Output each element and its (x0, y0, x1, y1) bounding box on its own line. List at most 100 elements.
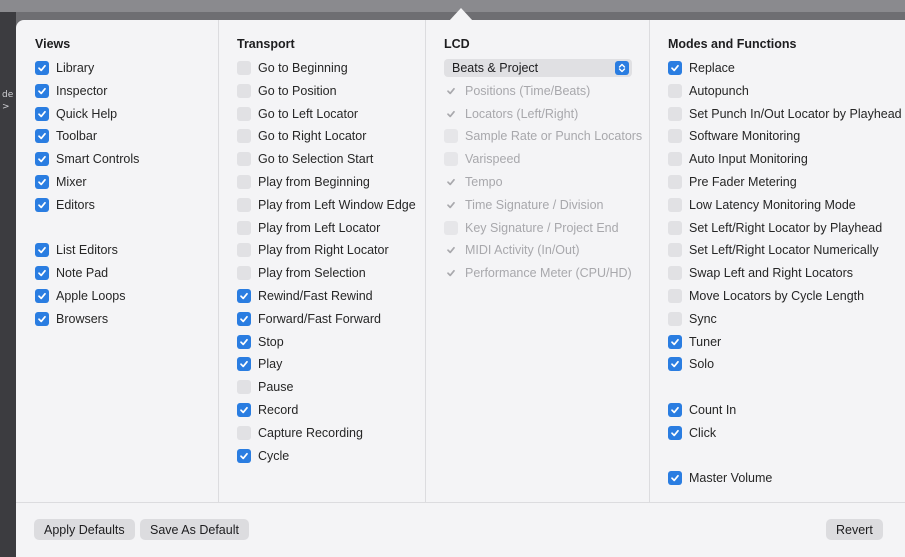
checkmark-icon[interactable] (35, 243, 49, 258)
checkbox-empty-icon[interactable] (237, 83, 251, 98)
checkbox-cycle[interactable]: Cycle (237, 448, 289, 464)
checkbox-low-latency-monitoring-mode[interactable]: Low Latency Monitoring Mode (668, 197, 856, 213)
checkmark-icon[interactable] (237, 289, 251, 303)
checkbox-empty-icon[interactable] (237, 175, 251, 189)
checkmark-icon[interactable] (668, 425, 682, 440)
checkmark-icon[interactable] (35, 197, 49, 212)
checkbox-record[interactable]: Record (237, 402, 298, 418)
checkbox-tuner[interactable]: Tuner (668, 334, 721, 350)
checkbox-empty-icon[interactable] (668, 197, 682, 212)
checkmark-icon[interactable] (35, 152, 49, 167)
checkmark-icon[interactable] (668, 403, 682, 417)
checkbox-list-editors[interactable]: List Editors (35, 242, 118, 258)
checkbox-master-volume[interactable]: Master Volume (668, 470, 772, 486)
checkbox-software-monitoring[interactable]: Software Monitoring (668, 128, 800, 144)
checkbox-empty-icon[interactable] (237, 129, 251, 144)
checkbox-pause[interactable]: Pause (237, 379, 293, 395)
checkbox-midi-activity-in-out: MIDI Activity (In/Out) (444, 242, 580, 258)
checkmark-icon[interactable] (35, 175, 49, 189)
checkmark-icon[interactable] (668, 61, 682, 75)
checkbox-go-to-left-locator[interactable]: Go to Left Locator (237, 106, 358, 122)
checkbox-empty-icon[interactable] (668, 243, 682, 258)
checkbox-play[interactable]: Play (237, 356, 282, 372)
checkmark-icon[interactable] (237, 311, 251, 326)
checkbox-play-from-left-locator[interactable]: Play from Left Locator (237, 220, 380, 236)
chevron-up-down-icon (615, 61, 629, 75)
checkmark-icon[interactable] (35, 289, 49, 303)
checkmark-icon[interactable] (35, 83, 49, 98)
checkbox-empty-icon[interactable] (237, 380, 251, 395)
checkmark-icon[interactable] (237, 357, 251, 372)
checkbox-set-left-right-locator-by-playhead[interactable]: Set Left/Right Locator by Playhead (668, 220, 882, 236)
checkbox-click[interactable]: Click (668, 425, 716, 441)
checkbox-empty-icon[interactable] (237, 106, 251, 121)
checkbox-rewind-fast-rewind[interactable]: Rewind/Fast Rewind (237, 288, 373, 304)
checkbox-empty-icon[interactable] (237, 220, 251, 235)
checkmark-icon[interactable] (35, 129, 49, 144)
checkbox-play-from-beginning[interactable]: Play from Beginning (237, 174, 370, 190)
checkmark-icon[interactable] (35, 311, 49, 326)
checkbox-move-locators-by-cycle-length[interactable]: Move Locators by Cycle Length (668, 288, 864, 304)
checkbox-go-to-beginning[interactable]: Go to Beginning (237, 60, 348, 76)
checkbox-empty-icon[interactable] (237, 152, 251, 167)
checkbox-sync[interactable]: Sync (668, 311, 717, 327)
checkbox-empty-icon[interactable] (668, 83, 682, 98)
checkbox-autopunch[interactable]: Autopunch (668, 83, 749, 99)
checkbox-go-to-selection-start[interactable]: Go to Selection Start (237, 151, 373, 167)
checkbox-play-from-selection[interactable]: Play from Selection (237, 265, 366, 281)
checkbox-smart-controls[interactable]: Smart Controls (35, 151, 139, 167)
checkbox-apple-loops[interactable]: Apple Loops (35, 288, 126, 304)
checkbox-inspector[interactable]: Inspector (35, 83, 107, 99)
checkbox-library[interactable]: Library (35, 60, 94, 76)
checkbox-replace[interactable]: Replace (668, 60, 735, 76)
checkmark-icon[interactable] (237, 448, 251, 463)
checkbox-label: Apple Loops (56, 289, 126, 303)
checkbox-empty-icon[interactable] (668, 152, 682, 167)
checkbox-browsers[interactable]: Browsers (35, 311, 108, 327)
checkbox-go-to-right-locator[interactable]: Go to Right Locator (237, 128, 366, 144)
checkbox-quick-help[interactable]: Quick Help (35, 106, 117, 122)
checkbox-stop[interactable]: Stop (237, 334, 284, 350)
checkbox-set-punch-in-out-locator-by-playhead[interactable]: Set Punch In/Out Locator by Playhead (668, 106, 902, 122)
revert-button[interactable]: Revert (826, 519, 883, 540)
checkmark-icon[interactable] (668, 357, 682, 372)
checkbox-empty-icon[interactable] (237, 197, 251, 212)
checkmark-icon[interactable] (237, 403, 251, 417)
checkbox-auto-input-monitoring[interactable]: Auto Input Monitoring (668, 151, 808, 167)
lcd-mode-select[interactable]: Beats & Project (444, 59, 632, 77)
checkbox-empty-icon[interactable] (668, 106, 682, 121)
checkbox-empty-icon[interactable] (237, 243, 251, 258)
checkmark-icon[interactable] (237, 334, 251, 349)
checkbox-play-from-right-locator[interactable]: Play from Right Locator (237, 242, 389, 258)
checkbox-empty-icon[interactable] (668, 175, 682, 189)
checkbox-empty-icon[interactable] (668, 129, 682, 144)
checkbox-empty-icon[interactable] (668, 266, 682, 281)
save-as-default-button[interactable]: Save As Default (140, 519, 249, 540)
checkbox-pre-fader-metering[interactable]: Pre Fader Metering (668, 174, 797, 190)
checkmark-icon[interactable] (668, 334, 682, 349)
checkbox-empty-icon[interactable] (668, 311, 682, 326)
checkbox-capture-recording[interactable]: Capture Recording (237, 425, 363, 441)
checkbox-empty-icon[interactable] (668, 220, 682, 235)
checkbox-toolbar[interactable]: Toolbar (35, 128, 97, 144)
checkbox-set-left-right-locator-numerically[interactable]: Set Left/Right Locator Numerically (668, 242, 879, 258)
checkbox-mixer[interactable]: Mixer (35, 174, 87, 190)
checkbox-note-pad[interactable]: Note Pad (35, 265, 108, 281)
checkbox-empty-icon[interactable] (237, 266, 251, 281)
checkbox-go-to-position[interactable]: Go to Position (237, 83, 337, 99)
checkbox-forward-fast-forward[interactable]: Forward/Fast Forward (237, 311, 381, 327)
checkmark-icon[interactable] (35, 61, 49, 75)
checkbox-editors[interactable]: Editors (35, 197, 95, 213)
checkbox-play-from-left-window-edge[interactable]: Play from Left Window Edge (237, 197, 416, 213)
checkbox-swap-left-and-right-locators[interactable]: Swap Left and Right Locators (668, 265, 853, 281)
checkmark-icon[interactable] (35, 106, 49, 121)
checkmark-icon[interactable] (668, 471, 682, 486)
checkmark-icon[interactable] (35, 266, 49, 281)
checkbox-label: Positions (Time/Beats) (465, 83, 591, 98)
apply-defaults-button[interactable]: Apply Defaults (34, 519, 135, 540)
checkbox-solo[interactable]: Solo (668, 356, 714, 372)
checkbox-empty-icon[interactable] (237, 61, 251, 75)
checkbox-empty-icon[interactable] (237, 425, 251, 440)
checkbox-count-in[interactable]: Count In (668, 402, 736, 418)
checkbox-empty-icon[interactable] (668, 289, 682, 303)
